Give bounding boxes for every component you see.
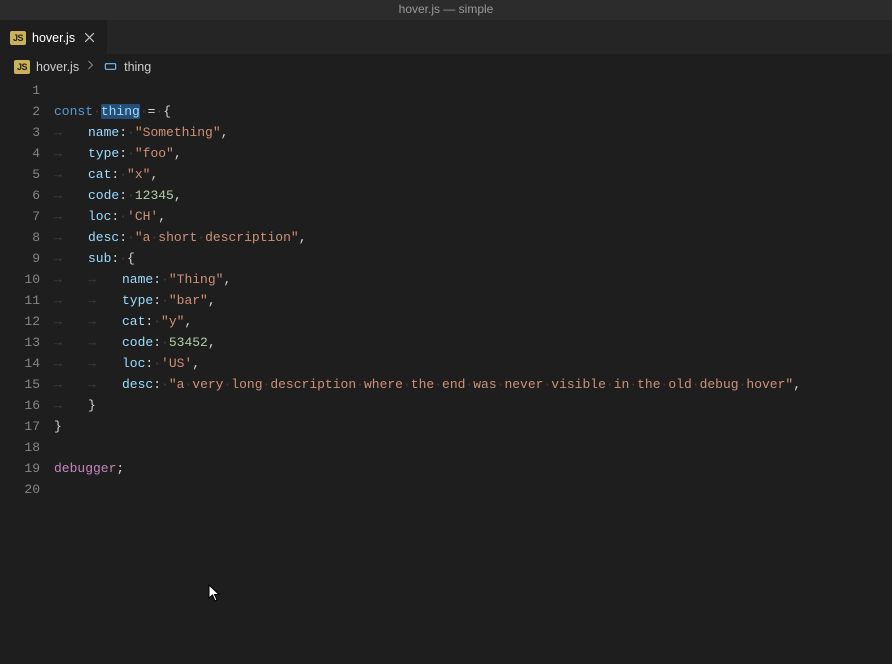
line-number: 20 — [0, 479, 50, 500]
tab-label: hover.js — [32, 31, 75, 45]
js-file-icon: JS — [14, 60, 30, 74]
line-number: 3 — [0, 122, 50, 143]
chevron-right-icon — [85, 59, 97, 74]
code-line[interactable]: 12 →→cat:·"y", — [0, 311, 892, 332]
line-number: 5 — [0, 164, 50, 185]
line-number: 18 — [0, 437, 50, 458]
code-line[interactable]: 2 const·thing·=·{ — [0, 101, 892, 122]
breadcrumb-file[interactable]: hover.js — [36, 60, 79, 74]
line-number: 13 — [0, 332, 50, 353]
js-file-icon: JS — [10, 31, 26, 45]
line-number: 2 — [0, 101, 50, 122]
code-line[interactable]: 17 } — [0, 416, 892, 437]
line-number: 4 — [0, 143, 50, 164]
line-number: 6 — [0, 185, 50, 206]
code-editor[interactable]: 1 2 const·thing·=·{ 3 →name:·"Something"… — [0, 80, 892, 664]
close-icon[interactable] — [81, 30, 97, 46]
code-line[interactable]: 13 →→code:·53452, — [0, 332, 892, 353]
line-number: 12 — [0, 311, 50, 332]
line-number: 14 — [0, 353, 50, 374]
code-line[interactable]: 4 →type:·"foo", — [0, 143, 892, 164]
breadcrumb-symbol[interactable]: thing — [124, 60, 151, 74]
line-number: 16 — [0, 395, 50, 416]
code-line[interactable]: 1 — [0, 80, 892, 101]
code-line[interactable]: 15 →→desc:·"a·very·long·description·wher… — [0, 374, 892, 395]
tab-hover-js[interactable]: JS hover.js — [0, 20, 107, 54]
line-number: 19 — [0, 458, 50, 479]
tab-bar: JS hover.js — [0, 20, 892, 54]
code-line[interactable]: 20 — [0, 479, 892, 500]
code-line[interactable]: 7 →loc:·'CH', — [0, 206, 892, 227]
line-number: 9 — [0, 248, 50, 269]
line-number: 8 — [0, 227, 50, 248]
code-line[interactable]: 14 →→loc:·'US', — [0, 353, 892, 374]
line-number: 1 — [0, 80, 50, 101]
line-number: 15 — [0, 374, 50, 395]
line-number: 10 — [0, 269, 50, 290]
line-number: 17 — [0, 416, 50, 437]
line-number: 11 — [0, 290, 50, 311]
breadcrumb[interactable]: JS hover.js thing — [0, 54, 892, 80]
code-line[interactable]: 11 →→type:·"bar", — [0, 290, 892, 311]
selection: thing — [101, 104, 140, 119]
code-line[interactable]: 18 — [0, 437, 892, 458]
code-line[interactable]: 19 debugger; — [0, 458, 892, 479]
code-line[interactable]: 8 →desc:·"a·short·description", — [0, 227, 892, 248]
symbol-variable-icon — [103, 59, 118, 74]
window-title: hover.js — simple — [399, 2, 494, 16]
code-line[interactable]: 3 →name:·"Something", — [0, 122, 892, 143]
code-line[interactable]: 16 →} — [0, 395, 892, 416]
code-line[interactable]: 6 →code:·12345, — [0, 185, 892, 206]
line-number: 7 — [0, 206, 50, 227]
code-line[interactable]: 9 →sub:·{ — [0, 248, 892, 269]
code-line[interactable]: 5 →cat:·"x", — [0, 164, 892, 185]
code-line[interactable]: 10 →→name:·"Thing", — [0, 269, 892, 290]
mouse-cursor-icon — [208, 584, 222, 606]
window-titlebar: hover.js — simple — [0, 0, 892, 20]
